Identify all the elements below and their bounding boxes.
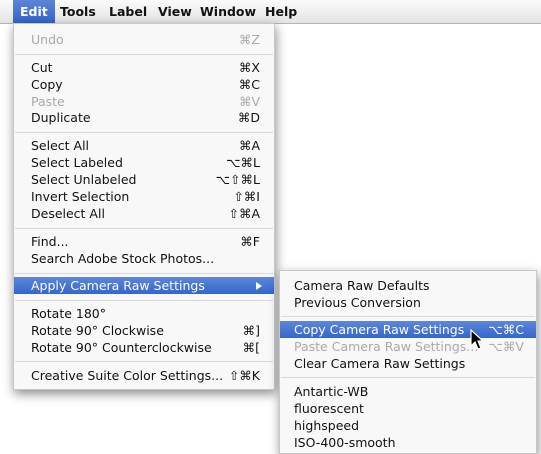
submenu-item-preset[interactable]: Antartic-WB [280, 383, 536, 400]
menu-item-shortcut: ⌘D [237, 110, 260, 125]
menu-item-label: Rotate 180° [31, 306, 107, 321]
menubar-window[interactable]: Window [200, 0, 256, 23]
menu-item-creative-suite-color-settings[interactable]: Creative Suite Color Settings... ⇧⌘K [14, 367, 274, 384]
menu-item-apply-camera-raw-settings[interactable]: Apply Camera Raw Settings [14, 277, 274, 294]
menu-item-label: Clear Camera Raw Settings [294, 356, 466, 371]
menubar-view[interactable]: View [158, 0, 192, 23]
menu-separator [281, 316, 535, 317]
menu-item-label: Camera Raw Defaults [294, 278, 430, 293]
menu-item-label: Duplicate [31, 110, 91, 125]
menu-item-label: Search Adobe Stock Photos... [31, 251, 215, 266]
menubar-label[interactable]: Label [109, 0, 147, 23]
menu-item-label: fluorescent [294, 401, 364, 416]
menu-item-rotate-90-ccw[interactable]: Rotate 90° Counterclockwise ⌘[ [14, 339, 274, 356]
submenu-item-clear-camera-raw-settings[interactable]: Clear Camera Raw Settings [280, 355, 536, 372]
menu-item-undo[interactable]: Undo ⌘Z [14, 31, 274, 48]
menu-item-label: Invert Selection [31, 189, 130, 204]
menubar-tools[interactable]: Tools [60, 0, 96, 23]
submenu-item-camera-raw-defaults[interactable]: Camera Raw Defaults [280, 277, 536, 294]
submenu-item-paste-camera-raw-settings[interactable]: Paste Camera Raw Settings... ⌥⌘V [280, 338, 536, 355]
menu-item-shortcut: ⌘[ [242, 340, 260, 355]
menu-item-shortcut: ⇧⌘K [228, 368, 260, 383]
menu-item-duplicate[interactable]: Duplicate ⌘D [14, 109, 274, 126]
menu-item-find[interactable]: Find... ⌘F [14, 233, 274, 250]
menu-item-label: Previous Conversion [294, 295, 421, 310]
menu-separator [15, 273, 273, 274]
menu-item-label: Apply Camera Raw Settings [31, 278, 205, 293]
menu-item-select-unlabeled[interactable]: Select Unlabeled ⌥⇧⌘L [14, 171, 274, 188]
menu-item-copy[interactable]: Copy ⌘C [14, 76, 274, 93]
menu-item-rotate-180[interactable]: Rotate 180° [14, 305, 274, 322]
menu-item-shortcut: ⌥⌘V [488, 339, 524, 354]
menu-item-select-labeled[interactable]: Select Labeled ⌥⌘L [14, 154, 274, 171]
menu-item-paste[interactable]: Paste ⌘V [14, 93, 274, 110]
menu-item-label: Cut [31, 60, 53, 75]
menu-item-search-adobe-stock[interactable]: Search Adobe Stock Photos... [14, 250, 274, 267]
menubar-edit[interactable]: Edit [13, 0, 55, 23]
menu-item-shortcut: ⇧⌘A [228, 206, 260, 221]
menu-item-shortcut: ⌘] [242, 323, 260, 338]
arrow-cursor-icon [470, 329, 485, 350]
menu-item-label: Deselect All [31, 206, 105, 221]
menu-separator [15, 132, 273, 133]
menu-item-label: Copy Camera Raw Settings [294, 322, 465, 337]
menu-item-shortcut: ⌥⇧⌘L [215, 172, 260, 187]
menu-separator [281, 377, 535, 378]
menu-separator [15, 361, 273, 362]
menu-item-select-all[interactable]: Select All ⌘A [14, 137, 274, 154]
menu-separator [15, 54, 273, 55]
menu-item-rotate-90-cw[interactable]: Rotate 90° Clockwise ⌘] [14, 322, 274, 339]
menu-item-label: Select Labeled [31, 155, 123, 170]
menu-item-label: Creative Suite Color Settings... [31, 368, 224, 383]
menu-item-label: Find... [31, 234, 69, 249]
menu-bar: Edit Tools Label View Window Help [0, 0, 541, 24]
menu-item-label: Select All [31, 138, 90, 153]
edit-menu: Undo ⌘Z Cut ⌘X Copy ⌘C Paste ⌘V Duplicat… [13, 23, 275, 390]
menu-item-label: Select Unlabeled [31, 172, 137, 187]
menu-item-label: Antartic-WB [294, 384, 369, 399]
camera-raw-submenu: Camera Raw Defaults Previous Conversion … [279, 270, 537, 454]
menu-item-shortcut: ⌘C [238, 77, 260, 92]
submenu-item-preset[interactable]: ISO-400-smooth [280, 434, 536, 451]
menu-item-shortcut: ⌘F [240, 234, 260, 249]
menu-item-label: highspeed [294, 418, 360, 433]
menu-item-shortcut: ⌘A [238, 138, 260, 153]
menu-item-label: Rotate 90° Counterclockwise [31, 340, 212, 355]
submenu-item-preset[interactable]: fluorescent [280, 400, 536, 417]
menu-item-cut[interactable]: Cut ⌘X [14, 59, 274, 76]
menu-item-label: Rotate 90° Clockwise [31, 323, 164, 338]
submenu-item-previous-conversion[interactable]: Previous Conversion [280, 294, 536, 311]
menubar-help[interactable]: Help [265, 0, 297, 23]
menu-item-label: Paste Camera Raw Settings... [294, 339, 479, 354]
menu-item-shortcut: ⌘Z [238, 32, 260, 47]
menu-item-label: ISO-400-smooth [294, 435, 396, 450]
menu-item-label: Paste [31, 94, 65, 109]
menu-item-shortcut: ⌥⌘L [226, 155, 260, 170]
menu-item-label: Copy [31, 77, 63, 92]
menu-item-shortcut: ⌥⌘C [488, 322, 524, 337]
menu-item-invert-selection[interactable]: Invert Selection ⇧⌘I [14, 188, 274, 205]
submenu-item-copy-camera-raw-settings[interactable]: Copy Camera Raw Settings ⌥⌘C [280, 321, 536, 338]
menu-separator [15, 300, 273, 301]
triangle-right-icon [256, 282, 262, 290]
submenu-item-preset[interactable]: highspeed [280, 417, 536, 434]
menu-item-label: Undo [31, 32, 64, 47]
menu-item-shortcut: ⇧⌘I [233, 189, 260, 204]
menu-separator [15, 228, 273, 229]
menu-item-deselect-all[interactable]: Deselect All ⇧⌘A [14, 205, 274, 222]
menu-item-shortcut: ⌘V [238, 94, 260, 109]
menu-item-shortcut: ⌘X [238, 60, 260, 75]
